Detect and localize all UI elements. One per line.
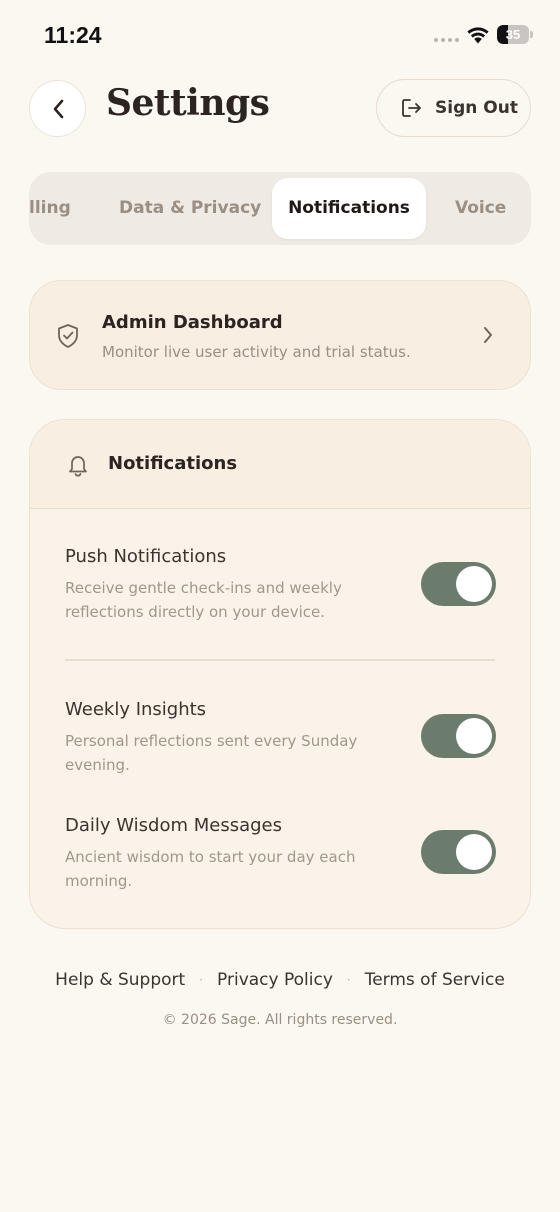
notifications-card: Notifications Push Notifications Receive… xyxy=(29,419,531,929)
page-title: Settings xyxy=(106,82,270,124)
push-notifications-toggle[interactable] xyxy=(421,562,496,606)
notifications-card-title: Notifications xyxy=(108,453,238,474)
terms-of-service-link[interactable]: Terms of Service xyxy=(365,970,505,990)
status-bar: 11:24 35 xyxy=(0,0,560,70)
admin-dashboard-title: Admin Dashboard xyxy=(102,312,283,333)
battery-level: 35 xyxy=(505,27,521,42)
sign-out-button[interactable]: Sign Out xyxy=(376,79,531,137)
weekly-insights-description: Personal reflections sent every Sunday e… xyxy=(65,732,358,774)
footer-separator: · xyxy=(346,973,351,987)
push-notifications-title: Push Notifications xyxy=(65,546,227,567)
sign-out-label: Sign Out xyxy=(435,98,518,118)
divider xyxy=(65,659,495,661)
copyright: © 2026 Sage. All rights reserved. xyxy=(162,1012,398,1028)
footer-links: Help & Support · Privacy Policy · Terms … xyxy=(0,970,560,990)
admin-dashboard-card[interactable]: Admin Dashboard Monitor live user activi… xyxy=(29,280,531,390)
notifications-card-header: Notifications xyxy=(30,420,530,509)
admin-dashboard-subtitle: Monitor live user activity and trial sta… xyxy=(102,343,411,361)
settings-tabs: lling Data & Privacy Notifications Voice xyxy=(29,172,531,245)
bell-icon xyxy=(69,456,87,477)
footer-separator: · xyxy=(199,973,204,987)
tab-voice[interactable]: Voice xyxy=(455,172,506,245)
wifi-icon xyxy=(467,27,489,44)
chevron-right-icon xyxy=(484,327,492,343)
shield-check-icon xyxy=(58,324,78,348)
push-notifications-description: Receive gentle check-ins and weekly refl… xyxy=(65,579,342,621)
tab-notifications[interactable]: Notifications xyxy=(272,178,426,239)
back-button[interactable] xyxy=(29,80,86,137)
privacy-policy-link[interactable]: Privacy Policy xyxy=(217,970,333,990)
help-support-link[interactable]: Help & Support xyxy=(55,970,185,990)
battery-icon: 35 xyxy=(497,25,533,44)
daily-wisdom-title: Daily Wisdom Messages xyxy=(65,815,283,836)
tab-data-privacy[interactable]: Data & Privacy xyxy=(119,172,261,245)
tab-billing[interactable]: lling xyxy=(29,172,71,245)
logout-icon xyxy=(402,99,421,117)
chevron-left-icon xyxy=(53,99,63,118)
daily-wisdom-description: Ancient wisdom to start your day each mo… xyxy=(65,848,356,890)
signal-dots-icon xyxy=(434,38,459,42)
daily-wisdom-toggle[interactable] xyxy=(421,830,496,874)
weekly-insights-toggle[interactable] xyxy=(421,714,496,758)
status-time: 11:24 xyxy=(44,22,102,48)
weekly-insights-title: Weekly Insights xyxy=(65,699,207,720)
